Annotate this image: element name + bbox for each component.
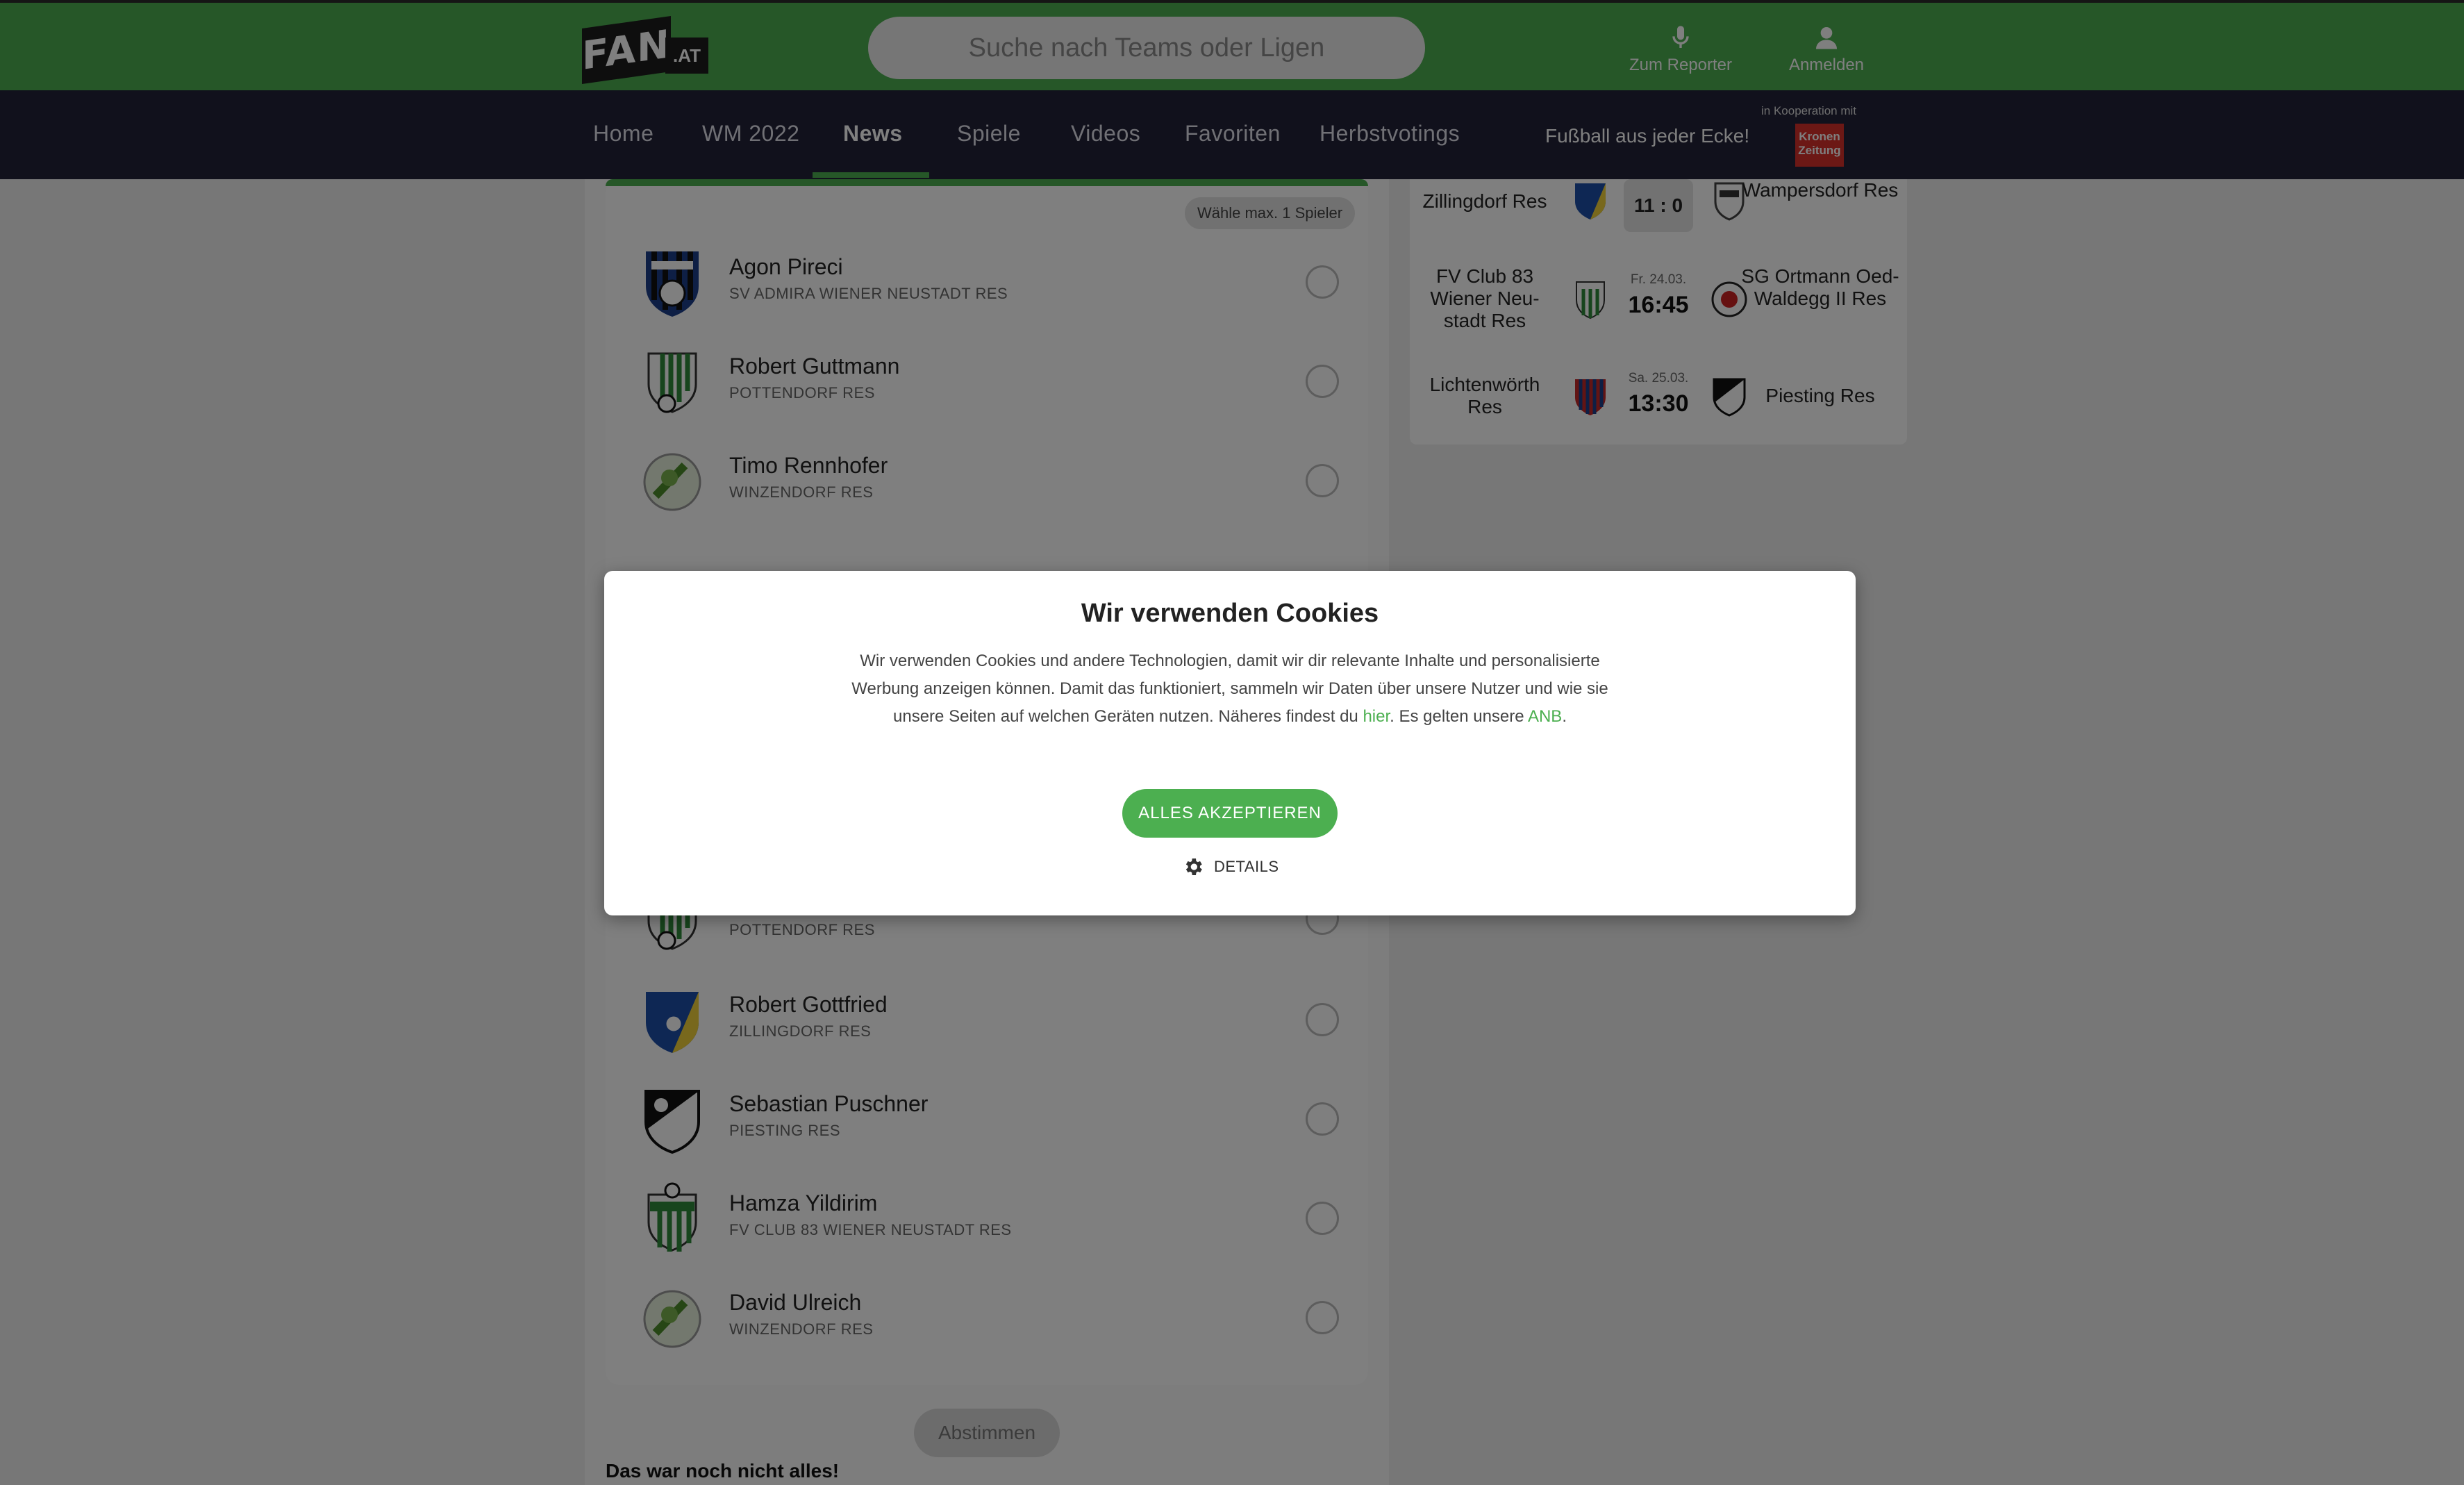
cookie-consent-dialog: Wir verwenden Cookies Wir verwenden Cook…	[604, 571, 1856, 915]
cookie-dialog-text: Wir verwenden Cookies und andere Technol…	[826, 647, 1633, 731]
privacy-link[interactable]: hier	[1363, 707, 1390, 726]
cookie-dialog-title: Wir verwenden Cookies	[1081, 599, 1379, 628]
cookie-text-end: .	[1562, 707, 1567, 726]
gear-icon	[1185, 858, 1202, 875]
details-button[interactable]: DETAILS	[1182, 856, 1279, 878]
details-label: DETAILS	[1214, 858, 1279, 875]
accept-all-button[interactable]: ALLES AKZEPTIEREN	[1122, 789, 1338, 838]
anb-link[interactable]: ANB	[1528, 707, 1562, 726]
cookie-text-middle: . Es gelten unsere	[1390, 707, 1528, 726]
